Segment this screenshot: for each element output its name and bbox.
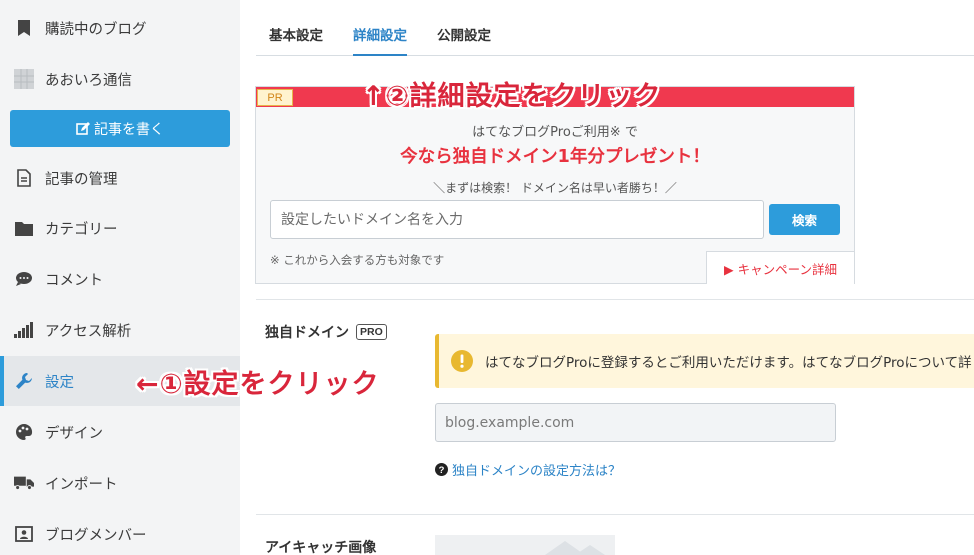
sidebar-item-label: 購読中のブログ bbox=[45, 21, 147, 38]
annotation-step1: ←①設定をクリック bbox=[136, 369, 380, 400]
domain-help-link[interactable]: ? 独自ドメインの設定方法は？ bbox=[435, 460, 621, 479]
write-article-button[interactable]: 記事を書く bbox=[10, 110, 230, 147]
promo-line1: はてなブログProご利用※ で bbox=[472, 125, 638, 140]
domain-help-link-text: 独自ドメインの設定方法は？ bbox=[452, 464, 622, 479]
blog-avatar bbox=[14, 69, 34, 89]
bookmark-icon bbox=[14, 18, 34, 38]
document-icon bbox=[14, 168, 34, 188]
sidebar-item-design[interactable]: デザイン bbox=[0, 407, 240, 457]
promo-headline: 今なら独自ドメイン1年分プレゼント！ bbox=[400, 147, 710, 167]
promo-line3: ＼まずは検索！ ドメイン名は早い者勝ち！／ bbox=[433, 181, 677, 195]
signal-bars-icon bbox=[14, 320, 34, 340]
sidebar-item-comment[interactable]: コメント bbox=[0, 254, 240, 304]
settings-tabs: 基本設定 詳細設定 公開設定 bbox=[256, 18, 974, 56]
eyecatch-label: アイキャッチ画像 bbox=[265, 540, 377, 555]
domain-search-input[interactable] bbox=[270, 200, 764, 239]
sidebar-item-label: カテゴリー bbox=[45, 221, 118, 238]
sidebar-item-articles[interactable]: 記事の管理 bbox=[0, 153, 240, 203]
sidebar-item-label: 設定 bbox=[45, 374, 74, 391]
sidebar-item-members[interactable]: ブログメンバー bbox=[0, 509, 240, 555]
sidebar: 購読中のブログ あおいろ通信 記事を書く 記事の管理 カテゴリー コメント アク… bbox=[0, 0, 240, 555]
sidebar-item-label: アクセス解析 bbox=[45, 323, 132, 340]
campaign-details-link[interactable]: ▶ キャンペーン詳細 bbox=[706, 251, 854, 284]
custom-domain-input[interactable] bbox=[435, 403, 836, 442]
sidebar-item-label: デザイン bbox=[45, 425, 103, 442]
sidebar-item-subscribed-blogs[interactable]: 購読中のブログ bbox=[0, 3, 240, 53]
pr-tag: PR bbox=[257, 89, 293, 106]
truck-icon bbox=[14, 473, 34, 493]
promo-note: ※ これから入会する方も対象です bbox=[270, 253, 445, 267]
sidebar-item-category[interactable]: カテゴリー bbox=[0, 203, 240, 253]
custom-domain-label-text: 独自ドメイン bbox=[265, 325, 349, 341]
folder-icon bbox=[14, 218, 34, 238]
palette-icon bbox=[14, 422, 34, 442]
wrench-icon bbox=[14, 371, 34, 391]
sidebar-item-label: 記事の管理 bbox=[45, 171, 118, 188]
sidebar-item-label: あおいろ通信 bbox=[45, 72, 132, 89]
sidebar-item-blog[interactable]: あおいろ通信 bbox=[0, 54, 240, 104]
question-circle-icon: ? bbox=[435, 463, 448, 476]
tab-basic-settings[interactable]: 基本設定 bbox=[269, 24, 323, 56]
sidebar-item-import[interactable]: インポート bbox=[0, 458, 240, 508]
sidebar-item-access[interactable]: アクセス解析 bbox=[0, 305, 240, 355]
eyecatch-thumbnail[interactable] bbox=[435, 535, 615, 555]
pro-notice: はてなブログProに登録するとご利用いただけます。はてなブログProについて詳し… bbox=[435, 334, 974, 388]
domain-search-button[interactable]: 検索 bbox=[769, 204, 840, 235]
pro-notice-text: はてなブログProに登録するとご利用いただけます。はてなブログProについて詳し… bbox=[485, 355, 974, 371]
custom-domain-label: 独自ドメイン PRO bbox=[265, 322, 387, 342]
sidebar-item-label: コメント bbox=[45, 272, 103, 289]
sidebar-item-label: ブログメンバー bbox=[45, 527, 147, 544]
write-article-label: 記事を書く bbox=[94, 121, 164, 138]
comment-icon bbox=[14, 269, 34, 289]
svg-text:?: ? bbox=[439, 465, 445, 476]
tab-detailed-settings[interactable]: 詳細設定 bbox=[353, 24, 407, 56]
pro-promo-banner: PR はてなブログProご利用※ で 今なら独自ドメイン1年分プレゼント！ ＼ま… bbox=[255, 86, 855, 284]
divider bbox=[256, 514, 974, 515]
sidebar-item-label: インポート bbox=[45, 476, 118, 493]
pro-badge: PRO bbox=[356, 324, 387, 340]
annotation-step2: ↑②詳細設定をクリック bbox=[362, 81, 662, 112]
divider bbox=[256, 299, 974, 300]
tab-publish-settings[interactable]: 公開設定 bbox=[437, 24, 491, 56]
id-card-icon bbox=[14, 524, 34, 544]
exclamation-icon bbox=[451, 350, 473, 372]
edit-icon bbox=[76, 121, 90, 136]
